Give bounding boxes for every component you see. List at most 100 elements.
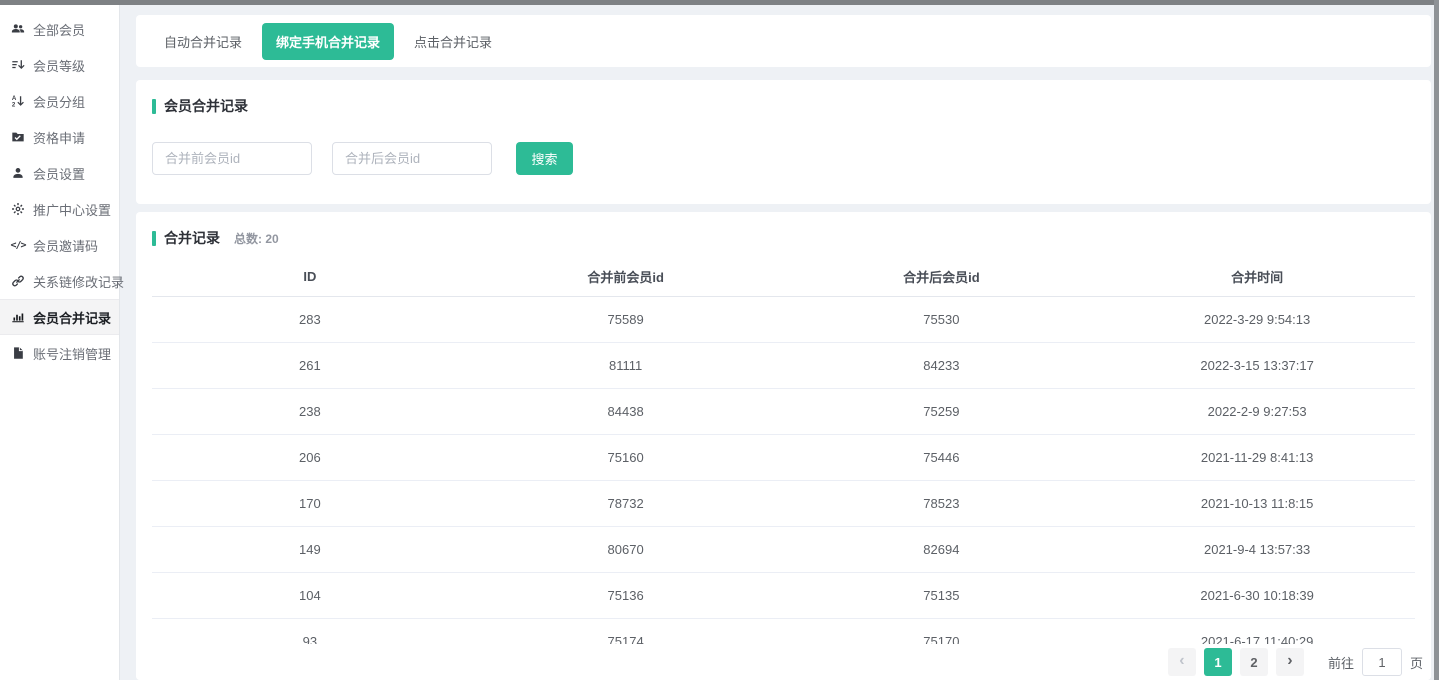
users-icon <box>10 21 26 37</box>
sidebar-item-label: 推广中心设置 <box>33 200 111 219</box>
page-button-2[interactable]: 2 <box>1240 648 1268 676</box>
cell-merge-time: 2021-6-30 10:18:39 <box>1099 572 1415 618</box>
table-row: 170 78732 78523 2021-10-13 11:8:15 <box>152 480 1415 526</box>
sidebar-item-label: 会员设置 <box>33 164 85 183</box>
sidebar-item-promotion-settings[interactable]: 推广中心设置 <box>0 191 119 227</box>
goto-page-group: 前往 页 <box>1328 648 1423 676</box>
tab-bind-phone-merge-records[interactable]: 绑定手机合并记录 <box>262 23 394 60</box>
table-section-title: 合并记录 总数: 20 <box>152 228 1415 248</box>
search-section: 会员合并记录 搜索 <box>136 80 1431 204</box>
column-header-before-id: 合并前会员id <box>468 258 784 296</box>
column-header-merge-time: 合并时间 <box>1099 258 1415 296</box>
sidebar-item-merge-records[interactable]: 会员合并记录 <box>0 299 119 335</box>
cell-after-id: 75259 <box>784 388 1100 434</box>
pagination: ‹ 1 2 › 前往 页 <box>136 644 1431 680</box>
sort-alpha-icon: A2 <box>10 93 26 109</box>
title-accent-bar <box>152 231 156 246</box>
sidebar-item-invite-code[interactable]: </> 会员邀请码 <box>0 227 119 263</box>
cell-merge-time: 2021-11-29 8:41:13 <box>1099 434 1415 480</box>
cell-after-id: 75530 <box>784 296 1100 342</box>
cell-before-id: 81111 <box>468 342 784 388</box>
code-icon: </> <box>10 237 26 253</box>
title-accent-bar <box>152 99 156 114</box>
gear-icon <box>10 201 26 217</box>
sort-amount-icon <box>10 57 26 73</box>
cell-before-id: 75160 <box>468 434 784 480</box>
cell-id: 170 <box>152 480 468 526</box>
scrollbar-track[interactable] <box>1434 0 1439 680</box>
cell-after-id: 78523 <box>784 480 1100 526</box>
user-icon <box>10 165 26 181</box>
cell-id: 104 <box>152 572 468 618</box>
goto-page-input[interactable] <box>1362 648 1402 676</box>
prev-page-button[interactable]: ‹ <box>1168 648 1196 676</box>
cell-before-id: 78732 <box>468 480 784 526</box>
cell-merge-time: 2021-10-13 11:8:15 <box>1099 480 1415 526</box>
section-title-text: 会员合并记录 <box>164 96 248 116</box>
table-row: 283 75589 75530 2022-3-29 9:54:13 <box>152 296 1415 342</box>
svg-text:2: 2 <box>12 102 16 108</box>
sidebar-item-label: 资格申请 <box>33 128 85 147</box>
sidebar-item-label: 会员合并记录 <box>33 308 111 327</box>
cell-id: 283 <box>152 296 468 342</box>
sidebar-item-account-cancellation[interactable]: 账号注销管理 <box>0 335 119 371</box>
cell-before-id: 80670 <box>468 526 784 572</box>
table-row: 206 75160 75446 2021-11-29 8:41:13 <box>152 434 1415 480</box>
cell-merge-time: 2022-2-9 9:27:53 <box>1099 388 1415 434</box>
column-header-after-id: 合并后会员id <box>784 258 1100 296</box>
sidebar-item-label: 会员等级 <box>33 56 85 75</box>
sidebar: 全部会员 会员等级 A2 会员分组 资格申请 会员设置 推广中心设置 </> 会… <box>0 5 120 680</box>
page-button-1[interactable]: 1 <box>1204 648 1232 676</box>
main-content: 自动合并记录 绑定手机合并记录 点击合并记录 会员合并记录 搜索 合并记录 总数… <box>136 5 1431 680</box>
merge-records-table: ID 合并前会员id 合并后会员id 合并时间 283 75589 75530 … <box>152 258 1415 665</box>
sidebar-item-relation-log[interactable]: 关系链修改记录 <box>0 263 119 299</box>
page-unit-label: 页 <box>1410 653 1423 672</box>
merge-after-id-input[interactable] <box>332 142 492 175</box>
sidebar-item-label: 关系链修改记录 <box>33 272 124 291</box>
cell-after-id: 75446 <box>784 434 1100 480</box>
cell-before-id: 84438 <box>468 388 784 434</box>
table-header-row: ID 合并前会员id 合并后会员id 合并时间 <box>152 258 1415 296</box>
cell-id: 238 <box>152 388 468 434</box>
copy-file-icon <box>10 345 26 361</box>
folder-check-icon <box>10 129 26 145</box>
sidebar-item-qualification[interactable]: 资格申请 <box>0 119 119 155</box>
section-title-text: 合并记录 <box>164 228 220 248</box>
cell-after-id: 82694 <box>784 526 1100 572</box>
tab-click-merge-records[interactable]: 点击合并记录 <box>400 23 506 60</box>
table-section: 合并记录 总数: 20 ID 合并前会员id 合并后会员id 合并时间 283 … <box>136 212 1431 680</box>
tab-bar: 自动合并记录 绑定手机合并记录 点击合并记录 <box>136 15 1431 67</box>
table-row: 104 75136 75135 2021-6-30 10:18:39 <box>152 572 1415 618</box>
cell-merge-time: 2022-3-29 9:54:13 <box>1099 296 1415 342</box>
search-section-title: 会员合并记录 <box>152 96 1415 116</box>
merge-before-id-input[interactable] <box>152 142 312 175</box>
sidebar-item-all-members[interactable]: 全部会员 <box>0 11 119 47</box>
cell-merge-time: 2022-3-15 13:37:17 <box>1099 342 1415 388</box>
bar-chart-icon <box>10 309 26 325</box>
cell-id: 261 <box>152 342 468 388</box>
table-row: 261 81111 84233 2022-3-15 13:37:17 <box>152 342 1415 388</box>
cell-id: 149 <box>152 526 468 572</box>
sidebar-item-member-group[interactable]: A2 会员分组 <box>0 83 119 119</box>
total-count-label: 总数: 20 <box>234 230 279 247</box>
cell-before-id: 75136 <box>468 572 784 618</box>
sidebar-item-label: 会员分组 <box>33 92 85 111</box>
goto-label: 前往 <box>1328 653 1354 672</box>
search-button[interactable]: 搜索 <box>516 142 573 175</box>
cell-merge-time: 2021-9-4 13:57:33 <box>1099 526 1415 572</box>
column-header-id: ID <box>152 258 468 296</box>
table-row: 238 84438 75259 2022-2-9 9:27:53 <box>152 388 1415 434</box>
next-page-button[interactable]: › <box>1276 648 1304 676</box>
cell-id: 206 <box>152 434 468 480</box>
cell-before-id: 75589 <box>468 296 784 342</box>
link-icon <box>10 273 26 289</box>
cell-after-id: 75135 <box>784 572 1100 618</box>
sidebar-item-label: 会员邀请码 <box>33 236 98 255</box>
search-form: 搜索 <box>152 142 1415 175</box>
window-edge-top <box>0 0 1439 5</box>
sidebar-item-member-settings[interactable]: 会员设置 <box>0 155 119 191</box>
tab-auto-merge-records[interactable]: 自动合并记录 <box>150 23 256 60</box>
sidebar-item-label: 全部会员 <box>33 20 85 39</box>
cell-after-id: 84233 <box>784 342 1100 388</box>
sidebar-item-member-level[interactable]: 会员等级 <box>0 47 119 83</box>
